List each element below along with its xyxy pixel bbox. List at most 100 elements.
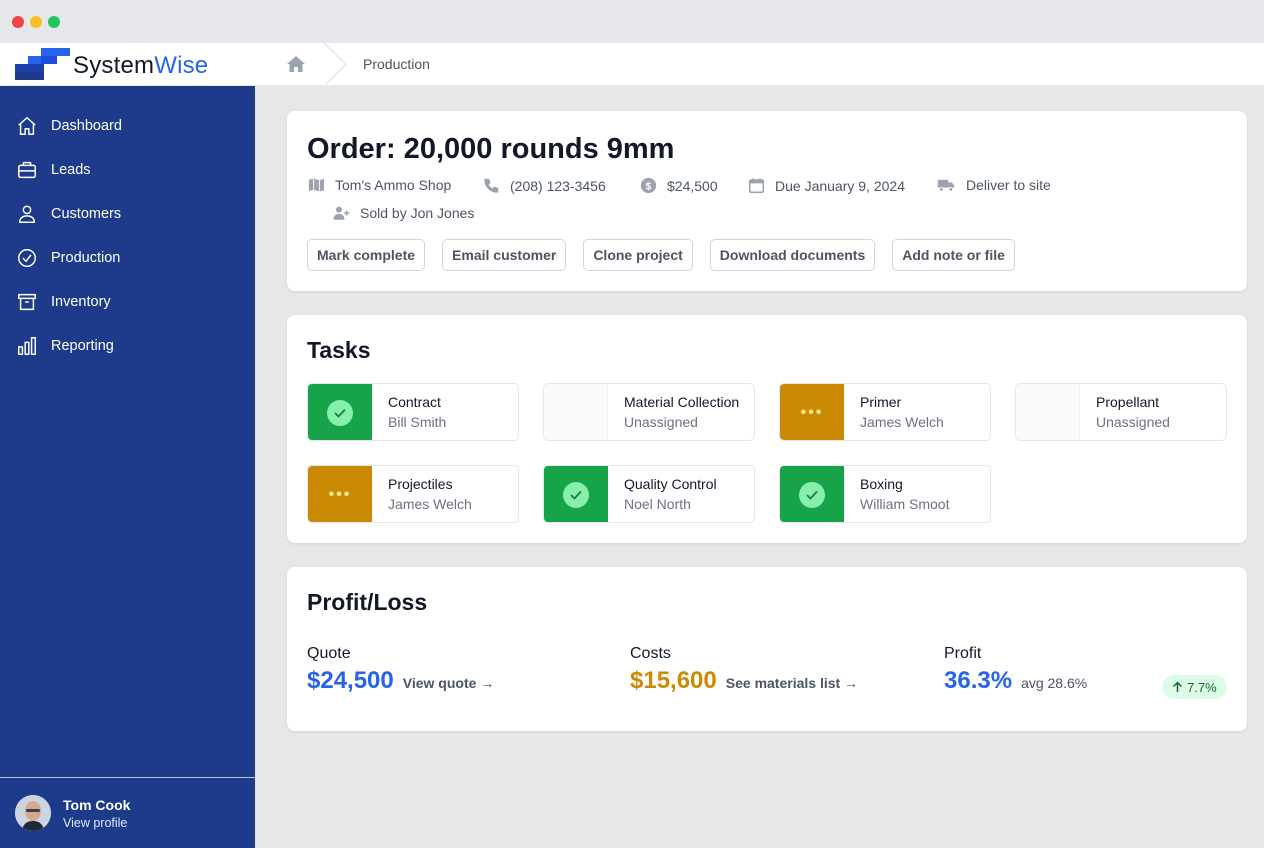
- add-note-button[interactable]: Add note or file: [892, 239, 1015, 271]
- archive-icon: [18, 293, 36, 311]
- check-icon: [799, 482, 825, 508]
- logo-mark-icon: [15, 48, 70, 80]
- task-assignee: Unassigned: [1096, 414, 1170, 430]
- user-profile[interactable]: Tom Cook View profile: [0, 778, 255, 848]
- task-name: Boxing: [860, 476, 903, 492]
- materials-list-link[interactable]: See materials list →: [726, 675, 858, 691]
- truck-icon: [937, 179, 955, 192]
- dollar-icon: $: [640, 177, 657, 194]
- profit-change-value: 7.7%: [1187, 679, 1217, 695]
- check-circle-icon: [18, 249, 36, 267]
- avatar-image: [15, 795, 51, 831]
- order-sold-by: Sold by Jon Jones: [333, 205, 474, 221]
- profit-value: 36.3%: [944, 667, 1013, 694]
- task-item[interactable]: Contract Bill Smith: [307, 383, 519, 441]
- order-phone: (208) 123-3456: [483, 177, 606, 194]
- download-documents-button[interactable]: Download documents: [709, 239, 876, 271]
- window-titlebar: [0, 0, 1264, 43]
- task-item[interactable]: ••• Primer James Welch: [779, 383, 991, 441]
- user-plus-icon: [333, 206, 350, 220]
- costs-label: Costs: [630, 645, 671, 662]
- order-actions: Mark complete Email customer Clone proje…: [307, 239, 1032, 271]
- map-icon: [308, 178, 325, 192]
- arrow-up-icon: [1172, 681, 1183, 692]
- sidebar-item-inventory[interactable]: Inventory: [0, 282, 255, 322]
- task-status: [544, 384, 608, 440]
- sidebar-item-label: Reporting: [51, 338, 114, 354]
- sidebar-item-label: Dashboard: [51, 118, 122, 134]
- sidebar-item-dashboard[interactable]: Dashboard: [0, 106, 255, 146]
- task-item[interactable]: ••• Projectiles James Welch: [307, 465, 519, 523]
- quote-label: Quote: [307, 645, 351, 662]
- app-logo[interactable]: SystemWise: [15, 48, 215, 82]
- order-due-date: Due January 9, 2024: [748, 177, 905, 194]
- sidebar-item-label: Customers: [51, 206, 122, 222]
- sidebar-item-label: Production: [51, 250, 121, 266]
- window-minimize-button[interactable]: [30, 16, 42, 28]
- task-assignee: Bill Smith: [388, 414, 447, 430]
- view-profile-link[interactable]: View profile: [63, 816, 127, 830]
- profit-loss-title: Profit/Loss: [307, 589, 428, 615]
- tasks-title: Tasks: [307, 337, 371, 363]
- due-date: Due January 9, 2024: [775, 177, 905, 194]
- phone-icon: [484, 178, 499, 193]
- quote-value: $24,500: [307, 667, 394, 694]
- task-item[interactable]: Boxing William Smoot: [779, 465, 991, 523]
- sold-by: Sold by Jon Jones: [360, 205, 475, 221]
- home-icon: [18, 117, 36, 135]
- task-name: Propellant: [1096, 394, 1160, 410]
- breadcrumb-current[interactable]: Production: [363, 56, 430, 72]
- task-status: [544, 466, 608, 522]
- svg-text:$: $: [646, 181, 652, 192]
- window-close-button[interactable]: [12, 16, 24, 28]
- in-progress-icon: •••: [328, 486, 352, 503]
- task-item[interactable]: Propellant Unassigned: [1015, 383, 1227, 441]
- customer-phone: (208) 123-3456: [510, 177, 606, 194]
- order-delivery: Deliver to site: [937, 177, 1051, 193]
- profit-stat: Profit 36.3% avg 28.6%: [944, 645, 1087, 695]
- task-item[interactable]: Quality Control Noel North: [543, 465, 755, 523]
- clone-project-button[interactable]: Clone project: [583, 239, 693, 271]
- task-assignee: William Smoot: [860, 496, 950, 512]
- brand-name: SystemWise: [73, 52, 209, 79]
- task-status: [308, 384, 372, 440]
- order-customer: Tom's Ammo Shop: [308, 177, 451, 193]
- costs-value: $15,600: [630, 667, 717, 694]
- task-name: Contract: [388, 394, 441, 410]
- view-quote-link[interactable]: View quote →: [403, 675, 495, 691]
- order-amount-value: $24,500: [667, 177, 718, 194]
- check-icon: [327, 400, 353, 426]
- check-icon: [563, 482, 589, 508]
- email-customer-button[interactable]: Email customer: [442, 239, 567, 271]
- task-item[interactable]: Material Collection Unassigned: [543, 383, 755, 441]
- task-name: Primer: [860, 394, 902, 410]
- sidebar-item-reporting[interactable]: Reporting: [0, 326, 255, 366]
- home-icon[interactable]: [286, 55, 306, 73]
- profit-loss-card: Profit/Loss Quote $24,500 View quote → C…: [287, 567, 1247, 731]
- sidebar-item-label: Leads: [51, 162, 91, 178]
- profile-name: Tom Cook: [63, 797, 131, 813]
- order-amount: $ $24,500: [640, 177, 718, 194]
- profit-label: Profit: [944, 645, 982, 662]
- task-status: [780, 466, 844, 522]
- customer-name: Tom's Ammo Shop: [335, 177, 452, 193]
- sidebar-item-leads[interactable]: Leads: [0, 150, 255, 190]
- breadcrumb-separator-icon: [323, 43, 348, 86]
- task-assignee: Unassigned: [624, 414, 698, 430]
- task-name: Quality Control: [624, 476, 717, 492]
- sidebar: Dashboard Leads Customers Production Inv…: [0, 86, 255, 848]
- avatar[interactable]: [15, 795, 51, 831]
- quote-stat: Quote $24,500 View quote →: [307, 645, 494, 695]
- window-maximize-button[interactable]: [48, 16, 60, 28]
- costs-stat: Costs $15,600 See materials list →: [630, 645, 858, 695]
- sidebar-item-customers[interactable]: Customers: [0, 194, 255, 234]
- mark-complete-button[interactable]: Mark complete: [307, 239, 426, 271]
- bar-chart-icon: [18, 337, 36, 355]
- task-status: •••: [780, 384, 844, 440]
- top-bar: SystemWise Production: [0, 43, 1264, 86]
- task-name: Material Collection: [624, 394, 740, 410]
- page-title: Order: 20,000 rounds 9mm: [307, 133, 675, 165]
- profit-average: avg 28.6%: [1021, 675, 1088, 691]
- sidebar-item-production[interactable]: Production: [0, 238, 255, 278]
- task-name: Projectiles: [388, 476, 453, 492]
